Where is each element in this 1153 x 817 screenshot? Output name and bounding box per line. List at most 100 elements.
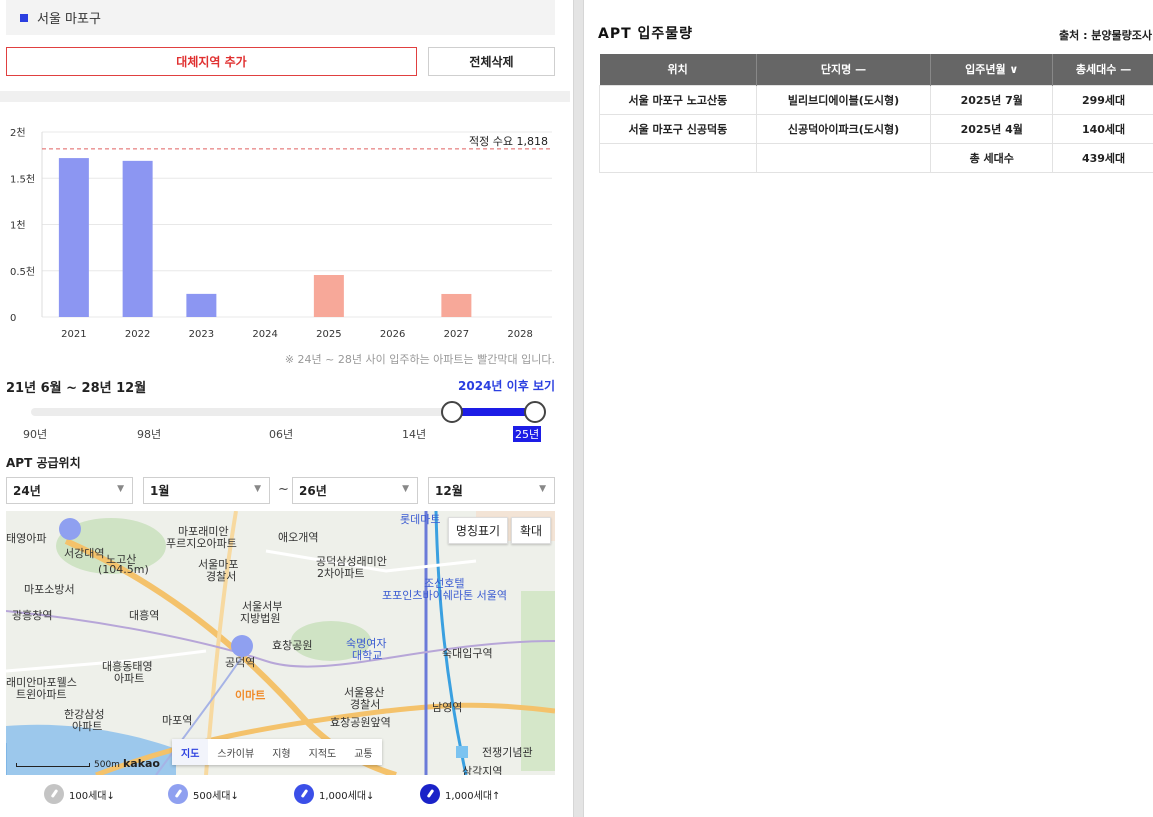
chevron-down-icon: ▼ — [402, 484, 409, 494]
table-row[interactable]: 서울 마포구 신공덕동 신공덕아이파크(도시형) 2025년 4월 140세대 — [599, 113, 1153, 144]
y-tick-label: 0 — [10, 313, 16, 324]
cell-location: 서울 마포구 노고산동 — [599, 84, 757, 115]
cell-empty — [755, 142, 932, 173]
kakao-logo: kakao — [122, 757, 160, 770]
map-label: 애오개역 — [278, 531, 319, 544]
x-tick-label: 2028 — [507, 329, 532, 340]
right-panel: APT 입주물량 출처 : 분양물량조사 위치 단지명 — 입주년월 ∨ 총세대… — [584, 0, 1153, 817]
chevron-down-icon: ▼ — [539, 484, 546, 494]
to-year-value: 26년 — [299, 484, 327, 498]
map-label: (104.5m) — [98, 563, 149, 576]
to-month-select[interactable]: 12월 ▼ — [428, 477, 555, 504]
map-label: 지방법원 — [240, 612, 281, 625]
map-view[interactable]: 태영아파 서강대역 노고산 (104.5m) 마포소방서 광흥창역 대흥역 마포… — [6, 511, 555, 775]
col-complex[interactable]: 단지명 — — [756, 54, 932, 85]
pin-legend-item: 100세대↓ — [44, 784, 115, 804]
slider-tick-label: 98년 — [137, 428, 162, 441]
map-label: 경찰서 — [206, 570, 237, 583]
map-label: 삼각지역 — [462, 765, 503, 775]
from-year-value: 24년 — [13, 484, 41, 498]
map-type-switcher: 지도 스카이뷰 지형 지적도 교통 — [172, 739, 382, 765]
cell-complex: 빌리브디에이블(도시형) — [755, 84, 932, 115]
section-separator — [0, 91, 570, 102]
pin-legend-item: 500세대↓ — [168, 784, 239, 804]
map-label: 공덕역 — [225, 656, 256, 669]
map-type-map[interactable]: 지도 — [172, 739, 209, 765]
chart-bar — [186, 293, 217, 317]
region-selected[interactable]: 서울 마포구 — [6, 0, 555, 35]
from-month-select[interactable]: 1월 ▼ — [143, 477, 270, 504]
chevron-down-icon: ▼ — [254, 484, 261, 494]
view-after-2024-link[interactable]: 2024년 이후 보기 — [458, 377, 555, 394]
zoom-button[interactable]: 확대 — [511, 517, 551, 544]
cell-location: 서울 마포구 신공덕동 — [599, 113, 757, 144]
map-label: 2차아파트 — [317, 567, 365, 580]
show-names-button[interactable]: 명칭표기 — [448, 517, 508, 544]
reference-line-label: 적정 수요 1,818 — [469, 135, 548, 148]
x-tick-label: 2025 — [316, 329, 341, 340]
map-label: 대학교 — [352, 649, 383, 662]
map-type-cadastral[interactable]: 지적도 — [300, 739, 346, 765]
delete-all-button[interactable]: 전체삭제 — [428, 47, 555, 76]
slider-start-handle[interactable] — [441, 401, 463, 423]
pin-legend-label: 1,000세대↑ — [445, 790, 501, 802]
chart-note: ※ 24년 ~ 28년 사이 입주하는 아파트는 빨간막대 입니다. — [284, 353, 555, 366]
col-move-in[interactable]: 입주년월 ∨ — [930, 54, 1054, 85]
to-month-value: 12월 — [435, 484, 463, 498]
year-range-slider-fill — [452, 408, 535, 416]
slider-end-handle[interactable] — [524, 401, 546, 423]
col-households[interactable]: 총세대수 — — [1052, 54, 1153, 85]
pin-legend-item: 1,000세대↑ — [420, 784, 500, 804]
table-row[interactable]: 서울 마포구 노고산동 빌리브디에이블(도시형) 2025년 7월 299세대 — [599, 84, 1153, 115]
from-year-select[interactable]: 24년 ▼ — [6, 477, 133, 504]
map-label: 경찰서 — [350, 698, 381, 711]
map-label: 아파트 — [114, 672, 145, 685]
apt-occupancy-table: 위치 단지명 — 입주년월 ∨ 총세대수 — 서울 마포구 노고산동 빌리브디에… — [599, 54, 1153, 173]
pin-legend-label: 100세대↓ — [69, 790, 115, 802]
to-year-select[interactable]: 26년 ▼ — [292, 477, 418, 504]
chart-bar — [122, 160, 153, 317]
total-label: 총 세대수 — [930, 142, 1054, 173]
left-panel: 서울 마포구 대체지역 추가 전체삭제 0 0.5천 1천 1.5천 2천 2021 202… — [0, 0, 573, 817]
map-label: 숙대입구역 — [442, 647, 493, 660]
map-label: 전쟁기념관 — [482, 746, 533, 759]
x-tick-label: 2022 — [125, 329, 150, 340]
scale-bar — [16, 762, 90, 767]
slider-tick-label: 14년 — [402, 428, 427, 441]
map-scale: 500m kakao — [16, 757, 160, 770]
x-tick-label: 2027 — [444, 329, 469, 340]
cell-households: 140세대 — [1052, 113, 1153, 144]
map-label: 포포인츠바이쉐라톤 서울역 — [382, 589, 507, 602]
cell-move-in: 2025년 4월 — [930, 113, 1054, 144]
panel-divider[interactable] — [573, 0, 584, 817]
map-label: 푸르지오아파트 — [166, 537, 237, 550]
y-tick-label: 1천 — [10, 220, 26, 232]
supply-location-title: APT 공급위치 — [6, 456, 81, 470]
map-label: 남영역 — [432, 701, 463, 714]
pin-darkblue-icon — [420, 784, 440, 804]
add-alternative-region-button[interactable]: 대체지역 추가 — [6, 47, 417, 76]
cell-move-in: 2025년 7월 — [930, 84, 1054, 115]
pin-legend-label: 1,000세대↓ — [319, 790, 375, 802]
y-tick-label: 0.5천 — [10, 266, 35, 278]
map-label: 태영아파 — [6, 532, 47, 545]
cell-complex: 신공덕아이파크(도시형) — [755, 113, 932, 144]
cell-households: 299세대 — [1052, 84, 1153, 115]
map-type-terrain[interactable]: 지형 — [263, 739, 299, 765]
map-label: 마포역 — [162, 714, 193, 727]
map-type-skyview[interactable]: 스카이뷰 — [208, 739, 263, 765]
chart-bar — [58, 158, 89, 317]
map-label: 롯데마트 — [400, 513, 441, 526]
period-label: 21년 6월 ~ 28년 12월 — [6, 381, 147, 396]
from-month-value: 1월 — [150, 484, 170, 498]
pin-legend-label: 500세대↓ — [193, 790, 239, 802]
map-label: 마포소방서 — [24, 583, 75, 596]
map-type-traffic[interactable]: 교통 — [345, 739, 381, 765]
pin-blue-icon — [294, 784, 314, 804]
chart-bar — [441, 293, 472, 317]
slider-tick-label: 90년 — [23, 428, 48, 441]
map-label: 광흥창역 — [12, 609, 53, 622]
col-location[interactable]: 위치 — [599, 54, 757, 85]
map-label: 서강대역 — [64, 547, 105, 560]
region-label: 서울 마포구 — [37, 12, 101, 27]
